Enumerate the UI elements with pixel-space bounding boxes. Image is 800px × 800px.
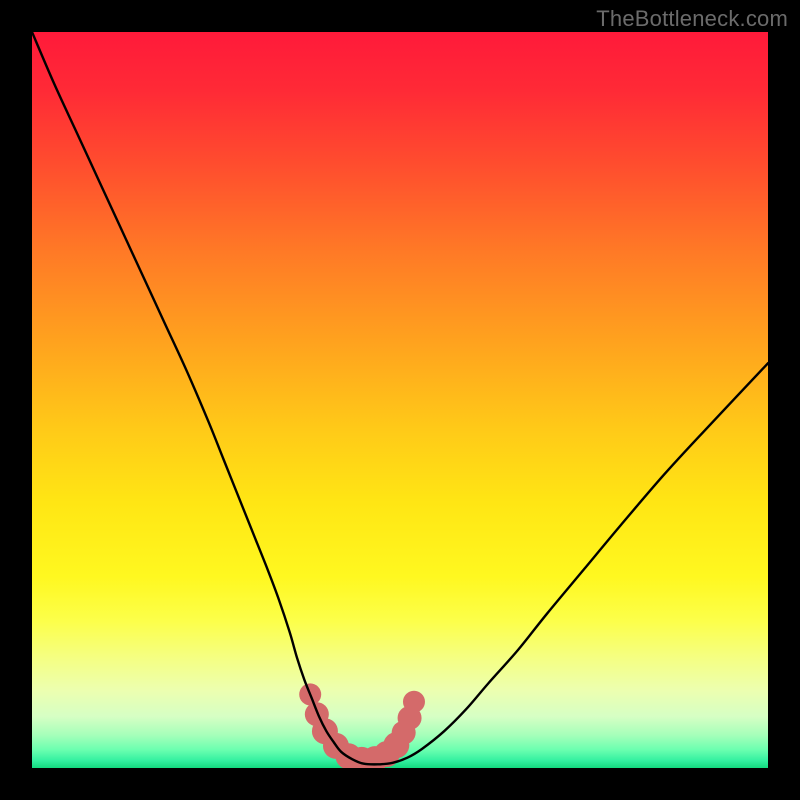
- watermark-text: TheBottleneck.com: [596, 6, 788, 32]
- bottleneck-chart: [32, 32, 768, 768]
- plot-area: [32, 32, 768, 768]
- gradient-background: [32, 32, 768, 768]
- trough-marker: [403, 691, 425, 713]
- chart-frame: TheBottleneck.com: [0, 0, 800, 800]
